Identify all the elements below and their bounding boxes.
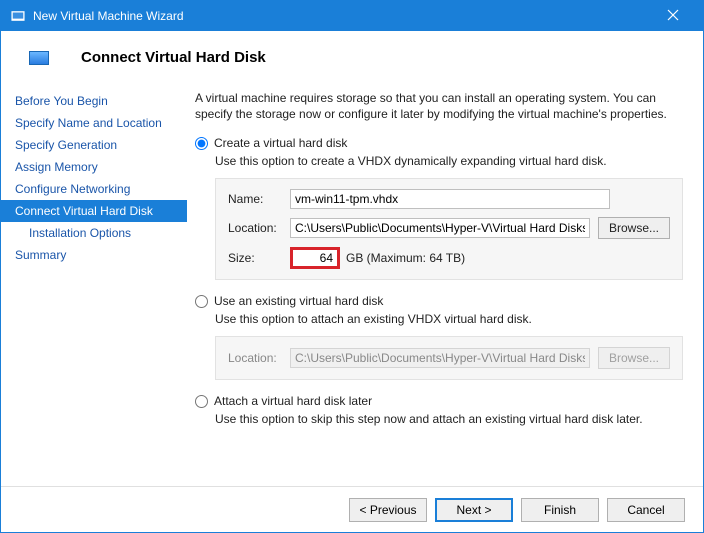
create-fields: Name: Location: Browse... Size: GB (Maxi…	[215, 178, 683, 280]
radio-later[interactable]	[195, 395, 208, 408]
existing-location-input	[290, 348, 590, 368]
header: Connect Virtual Hard Disk	[1, 31, 703, 80]
existing-fields: Location: Browse...	[215, 336, 683, 380]
existing-location-label: Location:	[228, 351, 290, 365]
size-label: Size:	[228, 251, 290, 265]
sidebar-item-specify-generation[interactable]: Specify Generation	[1, 134, 187, 156]
titlebar: New Virtual Machine Wizard	[1, 1, 703, 31]
finish-button[interactable]: Finish	[521, 498, 599, 522]
radio-create-sub: Use this option to create a VHDX dynamic…	[215, 154, 683, 168]
radio-existing-sub: Use this option to attach an existing VH…	[215, 312, 683, 326]
option-later: Attach a virtual hard disk later Use thi…	[195, 394, 683, 426]
radio-create[interactable]	[195, 137, 208, 150]
name-input[interactable]	[290, 189, 610, 209]
sidebar-item-installation-options[interactable]: Installation Options	[1, 222, 187, 244]
sidebar-item-configure-networking[interactable]: Configure Networking	[1, 178, 187, 200]
radio-later-label: Attach a virtual hard disk later	[214, 394, 372, 408]
next-button[interactable]: Next >	[435, 498, 513, 522]
location-label: Location:	[228, 221, 290, 235]
sidebar-item-assign-memory[interactable]: Assign Memory	[1, 156, 187, 178]
page-title: Connect Virtual Hard Disk	[81, 49, 266, 66]
previous-button[interactable]: < Previous	[349, 498, 427, 522]
close-button[interactable]	[653, 8, 693, 24]
sidebar-item-connect-vhd[interactable]: Connect Virtual Hard Disk	[1, 200, 187, 222]
sidebar: Before You Begin Specify Name and Locati…	[1, 80, 187, 446]
wizard-window: New Virtual Machine Wizard Connect Virtu…	[0, 0, 704, 533]
radio-later-sub: Use this option to skip this step now an…	[215, 412, 683, 426]
wizard-icon	[11, 9, 25, 23]
size-input[interactable]	[290, 247, 340, 269]
close-icon	[667, 9, 679, 21]
window-title: New Virtual Machine Wizard	[33, 9, 653, 23]
browse-button[interactable]: Browse...	[598, 217, 670, 239]
content: A virtual machine requires storage so th…	[187, 80, 703, 446]
body: Before You Begin Specify Name and Locati…	[1, 80, 703, 446]
location-input[interactable]	[290, 218, 590, 238]
existing-browse-button: Browse...	[598, 347, 670, 369]
radio-create-label: Create a virtual hard disk	[214, 136, 347, 150]
description: A virtual machine requires storage so th…	[195, 90, 683, 122]
sidebar-item-specify-name[interactable]: Specify Name and Location	[1, 112, 187, 134]
option-create: Create a virtual hard disk Use this opti…	[195, 136, 683, 280]
cancel-button[interactable]: Cancel	[607, 498, 685, 522]
sidebar-item-before-you-begin[interactable]: Before You Begin	[1, 90, 187, 112]
header-icon	[29, 51, 49, 65]
radio-existing-label: Use an existing virtual hard disk	[214, 294, 383, 308]
radio-existing[interactable]	[195, 295, 208, 308]
sidebar-item-summary[interactable]: Summary	[1, 244, 187, 266]
option-existing: Use an existing virtual hard disk Use th…	[195, 294, 683, 380]
size-unit: GB (Maximum: 64 TB)	[346, 251, 465, 265]
name-label: Name:	[228, 192, 290, 206]
footer: < Previous Next > Finish Cancel	[1, 486, 703, 532]
